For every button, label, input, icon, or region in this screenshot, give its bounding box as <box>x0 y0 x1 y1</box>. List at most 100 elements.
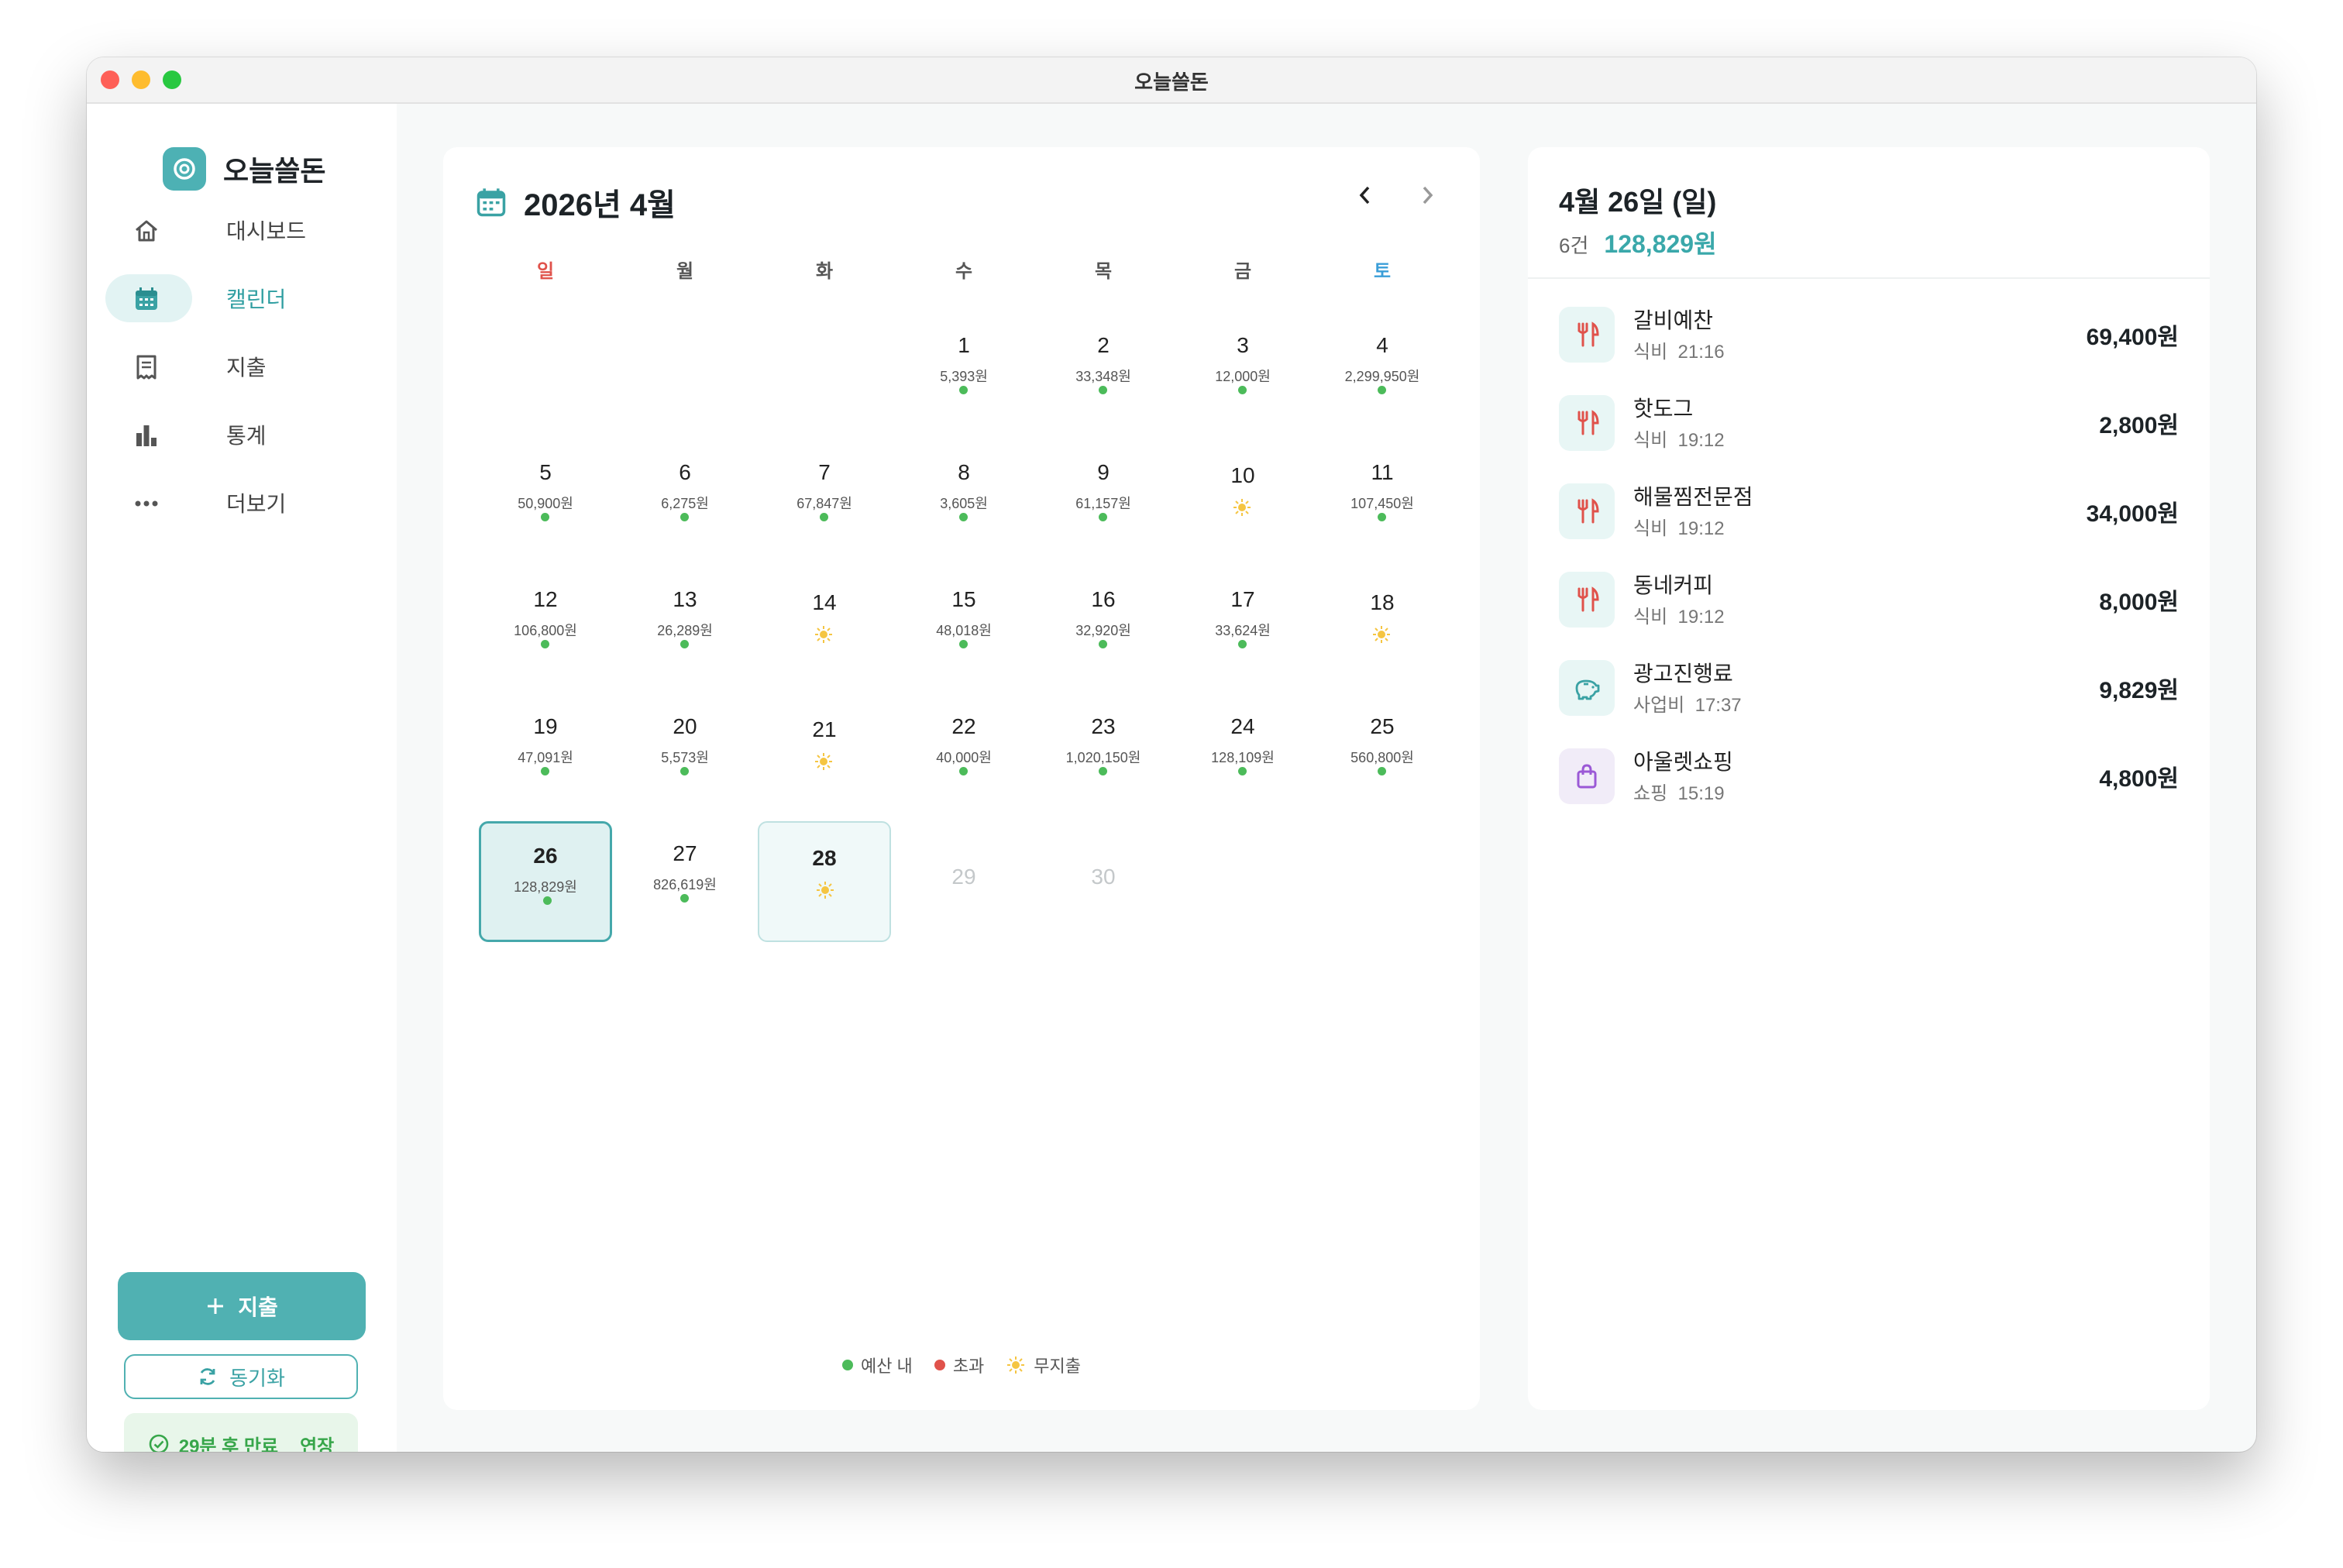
calendar-day[interactable]: 18 <box>1316 567 1449 688</box>
calendar-day[interactable]: 26 128,829원 <box>479 821 612 942</box>
detail-summary: 6건 128,829원 <box>1559 225 1717 260</box>
more-icon <box>135 500 158 507</box>
calendar-day[interactable]: 16 32,920원 <box>1037 567 1170 688</box>
day-number: 16 <box>1091 587 1116 611</box>
sidebar-item-dashboard[interactable]: 대시보드 <box>105 206 338 254</box>
calendar-day[interactable]: 8 3,605원 <box>897 440 1030 561</box>
day-number: 28 <box>812 846 837 870</box>
calendar-day[interactable]: 3 12,000원 <box>1176 313 1309 434</box>
calendar-header: 2026년 4월 <box>476 180 676 225</box>
within-budget-dot <box>1099 386 1107 394</box>
transaction-row[interactable]: 광고진행료 사업비 17:37 9,829원 <box>1559 655 2179 717</box>
transaction-category: 식비 <box>1633 430 1668 451</box>
calendar-day[interactable]: 9 61,157원 <box>1037 440 1170 561</box>
weekday-label: 토 <box>1373 261 1392 282</box>
transaction-time: 21:16 <box>1677 342 1725 363</box>
sidebar-item-more[interactable]: 더보기 <box>105 479 338 527</box>
calendar-day[interactable]: 25 560,800원 <box>1316 694 1449 815</box>
sidebar-item-stats[interactable]: 통계 <box>105 411 338 459</box>
chevron-right-icon <box>1423 186 1433 205</box>
next-month-button[interactable] <box>1412 180 1443 211</box>
day-amount: 67,847원 <box>796 496 852 511</box>
session-extend-link[interactable]: 연장 <box>300 1431 334 1453</box>
within-budget-dot <box>1378 386 1386 394</box>
day-number: 20 <box>673 714 697 738</box>
brand: 오늘쓸돈 <box>163 146 325 192</box>
within-budget-dot <box>1238 767 1247 775</box>
calendar-day[interactable]: 27 826,619원 <box>618 821 752 942</box>
calendar-icon <box>477 188 506 217</box>
day-amount: 128,109원 <box>1211 750 1275 765</box>
weekday-label: 일 <box>536 261 555 282</box>
calendar-day[interactable]: 19 47,091원 <box>479 694 612 815</box>
fork-knife-icon <box>1559 395 1615 451</box>
day-number: 24 <box>1230 714 1255 738</box>
within-budget-dot <box>1099 513 1107 521</box>
calendar-day[interactable]: 24 128,109원 <box>1176 694 1309 815</box>
day-number: 3 <box>1237 333 1249 357</box>
transaction-row[interactable]: 동네커피 식비 19:12 8,000원 <box>1559 567 2179 629</box>
day-amount: 50,900원 <box>518 496 573 511</box>
calendar-day[interactable]: 29 <box>897 821 1030 942</box>
transaction-row[interactable]: 해물찜전문점식비 19:12 34,000원 <box>1559 479 2179 541</box>
calendar-day[interactable]: 14 <box>758 567 891 688</box>
day-amount: 26,289원 <box>657 623 713 638</box>
day-amount: 5,573원 <box>661 750 709 765</box>
transaction-amount: 69,400원 <box>2086 325 2179 350</box>
calendar-day[interactable]: 17 33,624원 <box>1176 567 1309 688</box>
calendar-day[interactable]: 20 5,573원 <box>618 694 752 815</box>
transaction-name: 해물찜전문점 <box>1633 485 1753 509</box>
transaction-category: 쇼핑 <box>1633 783 1668 804</box>
within-budget-dot <box>959 767 968 775</box>
add-expense-button[interactable]: 지출 <box>118 1272 366 1340</box>
sidebar-item-expenses[interactable]: 지출 <box>105 342 338 390</box>
day-number: 14 <box>812 590 837 614</box>
sync-button[interactable]: 동기화 <box>124 1354 358 1399</box>
detail-total: 128,829원 <box>1604 230 1717 258</box>
transaction-row[interactable]: 아울렛쇼핑 쇼핑 15:19 4,800원 <box>1559 744 2179 806</box>
day-number: 11 <box>1371 460 1394 484</box>
calendar-day[interactable]: 15 48,018원 <box>897 567 1030 688</box>
calendar-day[interactable]: 23 1,020,150원 <box>1037 694 1170 815</box>
calendar-day[interactable]: 30 <box>1037 821 1170 942</box>
day-number: 26 <box>533 844 558 868</box>
calendar-day[interactable]: 5 50,900원 <box>479 440 612 561</box>
calendar-day[interactable]: 6 6,275원 <box>618 440 752 561</box>
day-number: 23 <box>1091 714 1116 738</box>
within-budget-dot <box>1099 640 1107 648</box>
sidebar-item-calendar[interactable]: 캘린더 <box>105 274 338 322</box>
calendar-month-title: 2026년 4월 <box>524 188 676 222</box>
transaction-amount: 34,000원 <box>2086 501 2179 527</box>
prev-month-button[interactable] <box>1350 180 1381 211</box>
day-number: 29 <box>951 865 976 889</box>
within-budget-dot <box>680 894 689 903</box>
calendar-day[interactable]: 7 67,847원 <box>758 440 891 561</box>
calendar-day[interactable]: 28 <box>758 821 891 942</box>
within-budget-dot <box>959 386 968 394</box>
calendar-day[interactable]: 21 <box>758 694 891 815</box>
add-expense-label: 지출 <box>238 1295 278 1319</box>
brand-logo-icon <box>163 147 206 191</box>
calendar-day[interactable]: 10 <box>1176 440 1309 561</box>
day-amount: 106,800원 <box>514 623 577 638</box>
transaction-meta: 식비 19:12 <box>1633 513 1725 540</box>
sidebar: 오늘쓸돈 대시보드 캘린더 지출 통계 더보기 지출 동기화 29분 후 만료 … <box>87 104 397 1452</box>
session-status: 29분 후 만료 연장 <box>124 1413 358 1452</box>
calendar-day[interactable]: 1 5,393원 <box>897 313 1030 434</box>
calendar-day[interactable]: 13 26,289원 <box>618 567 752 688</box>
calendar-day[interactable]: 12 106,800원 <box>479 567 612 688</box>
transaction-row[interactable]: 갈비예찬 식비 21:16 69,400원 <box>1559 302 2179 364</box>
within-budget-dot <box>1238 640 1247 648</box>
weekday-label: 화 <box>815 261 834 282</box>
day-number: 10 <box>1230 463 1255 487</box>
calendar-day[interactable]: 2 33,348원 <box>1037 313 1170 434</box>
calendar-day[interactable]: 4 2,299,950원 <box>1316 313 1449 434</box>
calendar-day[interactable]: 11 107,450원 <box>1316 440 1449 561</box>
transaction-row[interactable]: 핫도그 식비 19:12 2,800원 <box>1559 390 2179 452</box>
sun-icon <box>1371 624 1392 645</box>
day-amount: 61,157원 <box>1075 496 1131 511</box>
day-amount: 560,800원 <box>1350 750 1414 765</box>
calendar-day[interactable]: 22 40,000원 <box>897 694 1030 815</box>
session-expiry-text: 29분 후 만료 <box>178 1436 279 1453</box>
within-budget-dot <box>680 513 689 521</box>
